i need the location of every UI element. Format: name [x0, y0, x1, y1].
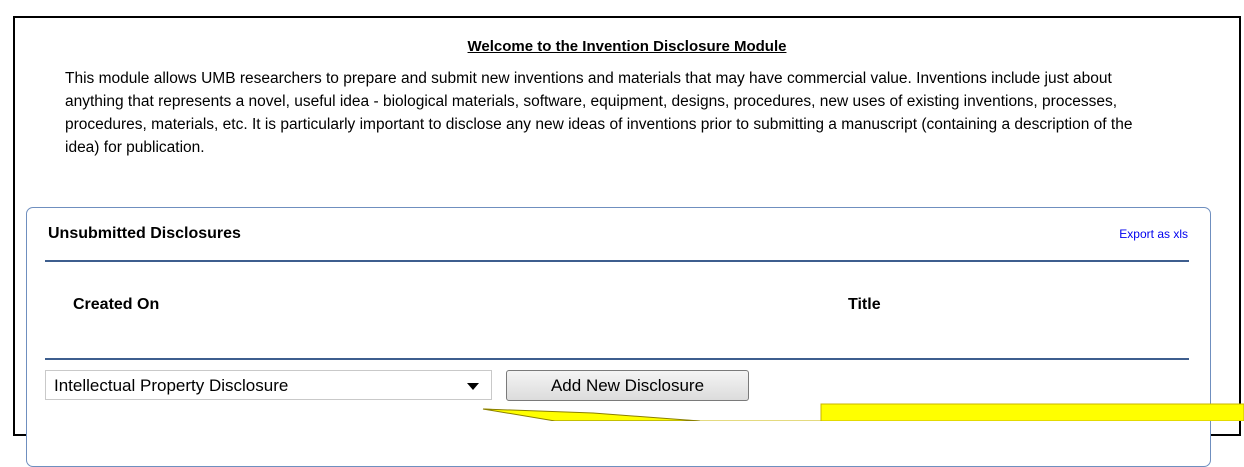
disclosure-type-select[interactable]: Intellectual Property Disclosure [45, 370, 492, 400]
column-header-created-on[interactable]: Created On [73, 296, 159, 314]
chevron-down-icon[interactable] [467, 383, 479, 390]
table-divider [45, 358, 1189, 360]
panel-title: Unsubmitted Disclosures [48, 225, 241, 242]
add-new-disclosure-button[interactable]: Add New Disclosure [506, 370, 749, 401]
module-frame: Welcome to the Invention Disclosure Modu… [13, 16, 1241, 467]
welcome-title: Welcome to the Invention Disclosure Modu… [467, 38, 787, 55]
disclosure-type-value: Intellectual Property Disclosure [54, 376, 289, 395]
header-divider [45, 260, 1189, 262]
unsubmitted-disclosures-panel: Unsubmitted Disclosures Export as xls Cr… [26, 207, 1211, 467]
column-header-title[interactable]: Title [848, 296, 881, 314]
intro-paragraph: This module allows UMB researchers to pr… [65, 70, 1133, 156]
export-xls-link[interactable]: Export as xls [1119, 227, 1188, 241]
